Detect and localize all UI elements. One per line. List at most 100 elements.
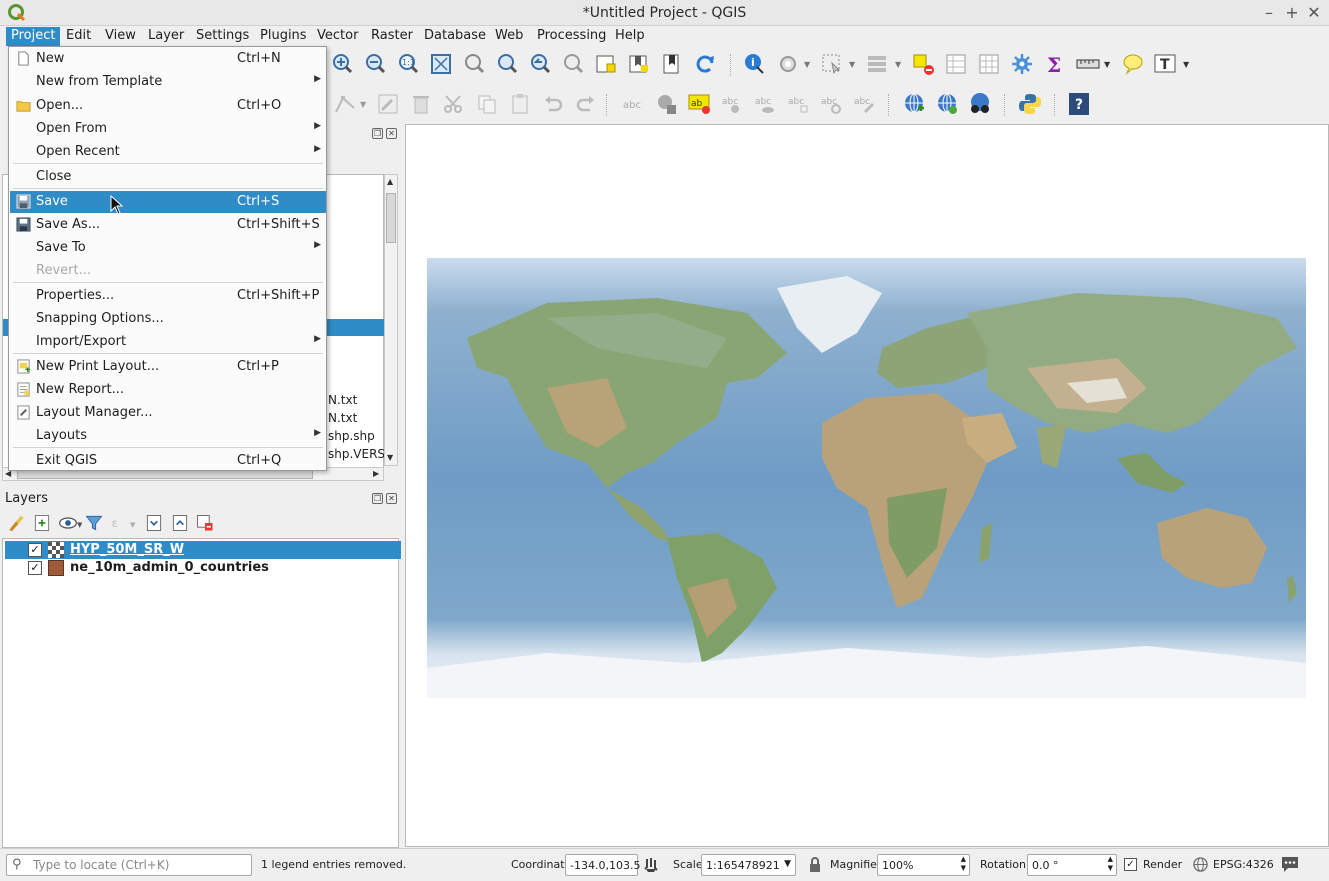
change-label-properties-icon[interactable]: abc	[853, 92, 877, 116]
menu-item-save-to[interactable]: Save To ▶	[10, 237, 326, 259]
scroll-up-icon[interactable]: ▲	[387, 177, 393, 186]
menu-item-save-as[interactable]: Save As... Ctrl+Shift+S	[10, 214, 326, 236]
expand-all-icon[interactable]	[144, 513, 164, 533]
expression-dropdown-icon[interactable]: ▼	[130, 521, 135, 529]
minimize-icon[interactable]: –	[1260, 3, 1278, 22]
vertex-dropdown-icon[interactable]: ▼	[360, 100, 366, 109]
zoom-last-icon[interactable]	[528, 52, 552, 76]
copy-features-icon[interactable]	[475, 92, 499, 116]
help-contents-icon[interactable]: ?	[1067, 92, 1091, 116]
map-tips-icon[interactable]	[1121, 52, 1145, 76]
add-wms-layer-icon[interactable]	[902, 92, 926, 116]
rotate-label-icon[interactable]: abc	[820, 92, 844, 116]
map-canvas[interactable]	[405, 124, 1329, 847]
add-wfs-layer-icon[interactable]	[935, 92, 959, 116]
layer-row-countries[interactable]: ✓ ne_10m_admin_0_countries	[5, 559, 401, 577]
zoom-next-icon[interactable]	[561, 52, 585, 76]
menu-item-new-from-template[interactable]: New from Template ▶	[10, 71, 326, 93]
scroll-right-icon[interactable]: ▶	[373, 469, 379, 478]
redo-icon[interactable]	[574, 92, 598, 116]
modify-attributes-icon[interactable]	[376, 92, 400, 116]
menu-layer[interactable]: Layer	[143, 27, 189, 46]
select-features-icon[interactable]	[820, 52, 844, 76]
layer-labeling-options-icon[interactable]: abc	[622, 92, 646, 116]
maximize-icon[interactable]: +	[1283, 3, 1301, 22]
remove-layer-icon[interactable]	[195, 513, 215, 533]
menu-plugins[interactable]: Plugins	[255, 27, 312, 46]
menu-view[interactable]: View	[100, 27, 141, 46]
menu-item-new-print-layout[interactable]: New Print Layout... Ctrl+P	[10, 356, 326, 378]
select-by-value-dropdown-icon[interactable]: ▼	[895, 60, 901, 69]
pin-labels-icon[interactable]: abc	[721, 92, 745, 116]
layer-name[interactable]: HYP_50M_SR_W	[70, 542, 184, 557]
menu-vector[interactable]: Vector	[312, 27, 363, 46]
menu-item-new-report[interactable]: New Report...	[10, 379, 326, 401]
map-themes-dropdown-icon[interactable]: ▼	[77, 521, 82, 529]
menu-item-snapping-options[interactable]: Snapping Options...	[10, 308, 326, 330]
show-hide-labels-icon[interactable]: abc	[754, 92, 778, 116]
add-group-icon[interactable]	[32, 513, 52, 533]
field-calculator-icon[interactable]	[977, 52, 1001, 76]
menu-item-close[interactable]: Close	[10, 166, 326, 188]
menu-database[interactable]: Database	[419, 27, 491, 46]
menu-item-layouts[interactable]: Layouts ▶	[10, 425, 326, 447]
undo-icon[interactable]	[541, 92, 565, 116]
magnifier-field[interactable]: 100% ▲ ▼	[877, 854, 970, 876]
temporal-controller-icon[interactable]	[660, 52, 684, 76]
paste-features-icon[interactable]	[508, 92, 532, 116]
zoom-native-resolution-icon[interactable]: 1:1	[396, 52, 420, 76]
delete-selected-icon[interactable]	[409, 92, 433, 116]
scrollbar-thumb[interactable]	[386, 193, 396, 243]
measure-dropdown-icon[interactable]: ▼	[1104, 60, 1110, 69]
crs-globe-icon[interactable]	[1193, 857, 1208, 872]
annotation-dropdown-icon[interactable]: ▼	[1183, 60, 1189, 69]
close-panel-icon[interactable]: ✕	[386, 128, 397, 139]
refresh-icon[interactable]	[693, 52, 717, 76]
highlight-pinned-labels-icon[interactable]: ab	[688, 92, 712, 116]
world-raster-map[interactable]	[427, 258, 1306, 698]
processing-toolbox-icon[interactable]	[1010, 52, 1034, 76]
crs-label[interactable]: EPSG:4326	[1213, 858, 1274, 871]
actions-icon[interactable]	[776, 52, 800, 76]
browser-file-item[interactable]: N.txt	[328, 411, 357, 425]
toggle-extents-icon[interactable]	[643, 857, 659, 873]
menu-item-revert[interactable]: Revert...	[10, 260, 326, 282]
move-label-icon[interactable]: abc	[787, 92, 811, 116]
menu-settings[interactable]: Settings	[191, 27, 254, 46]
scroll-down-icon[interactable]: ▼	[387, 453, 393, 462]
zoom-out-icon[interactable]	[363, 52, 387, 76]
layer-diagram-options-icon[interactable]	[655, 92, 679, 116]
menu-item-open-recent[interactable]: Open Recent ▶	[10, 141, 326, 163]
new-spatial-bookmark-icon[interactable]	[594, 52, 618, 76]
open-layer-styling-icon[interactable]	[6, 513, 26, 533]
show-bookmarks-icon[interactable]	[627, 52, 651, 76]
statistical-summary-icon[interactable]: Σ	[1043, 52, 1067, 76]
coordinate-field[interactable]: -134.0,103.5	[565, 854, 640, 876]
locate-search-input[interactable]: ⚲ Type to locate (Ctrl+K)	[6, 854, 252, 876]
scale-dropdown-icon[interactable]: ▼	[784, 859, 791, 869]
browser-vertical-scrollbar[interactable]: ▲ ▼	[384, 174, 398, 466]
menu-item-layout-manager[interactable]: Layout Manager...	[10, 402, 326, 424]
layer-row-hyp[interactable]: ✓ HYP_50M_SR_W	[5, 541, 401, 559]
menu-project[interactable]: Project	[6, 27, 61, 46]
select-by-value-icon[interactable]	[866, 52, 890, 76]
menu-help[interactable]: Help	[610, 27, 650, 46]
close-panel-icon[interactable]: ✕	[386, 493, 397, 504]
identify-features-icon[interactable]: i	[742, 52, 766, 76]
menu-item-new[interactable]: New Ctrl+N	[10, 48, 326, 70]
zoom-to-layer-icon[interactable]	[495, 52, 519, 76]
actions-dropdown-icon[interactable]: ▼	[804, 60, 810, 69]
close-icon[interactable]: ✕	[1305, 3, 1323, 22]
zoom-to-selection-icon[interactable]	[462, 52, 486, 76]
text-annotation-icon[interactable]: T	[1153, 52, 1177, 76]
messages-icon[interactable]	[1280, 855, 1300, 873]
menu-processing[interactable]: Processing	[532, 27, 611, 46]
zoom-in-icon[interactable]	[330, 52, 354, 76]
menu-web[interactable]: Web	[490, 27, 528, 46]
select-dropdown-icon[interactable]: ▼	[849, 60, 855, 69]
layer-visibility-checkbox[interactable]: ✓	[28, 561, 42, 575]
deselect-all-icon[interactable]	[911, 52, 935, 76]
measure-line-icon[interactable]	[1076, 52, 1100, 76]
manage-map-themes-icon[interactable]	[58, 513, 78, 533]
menu-raster[interactable]: Raster	[366, 27, 418, 46]
